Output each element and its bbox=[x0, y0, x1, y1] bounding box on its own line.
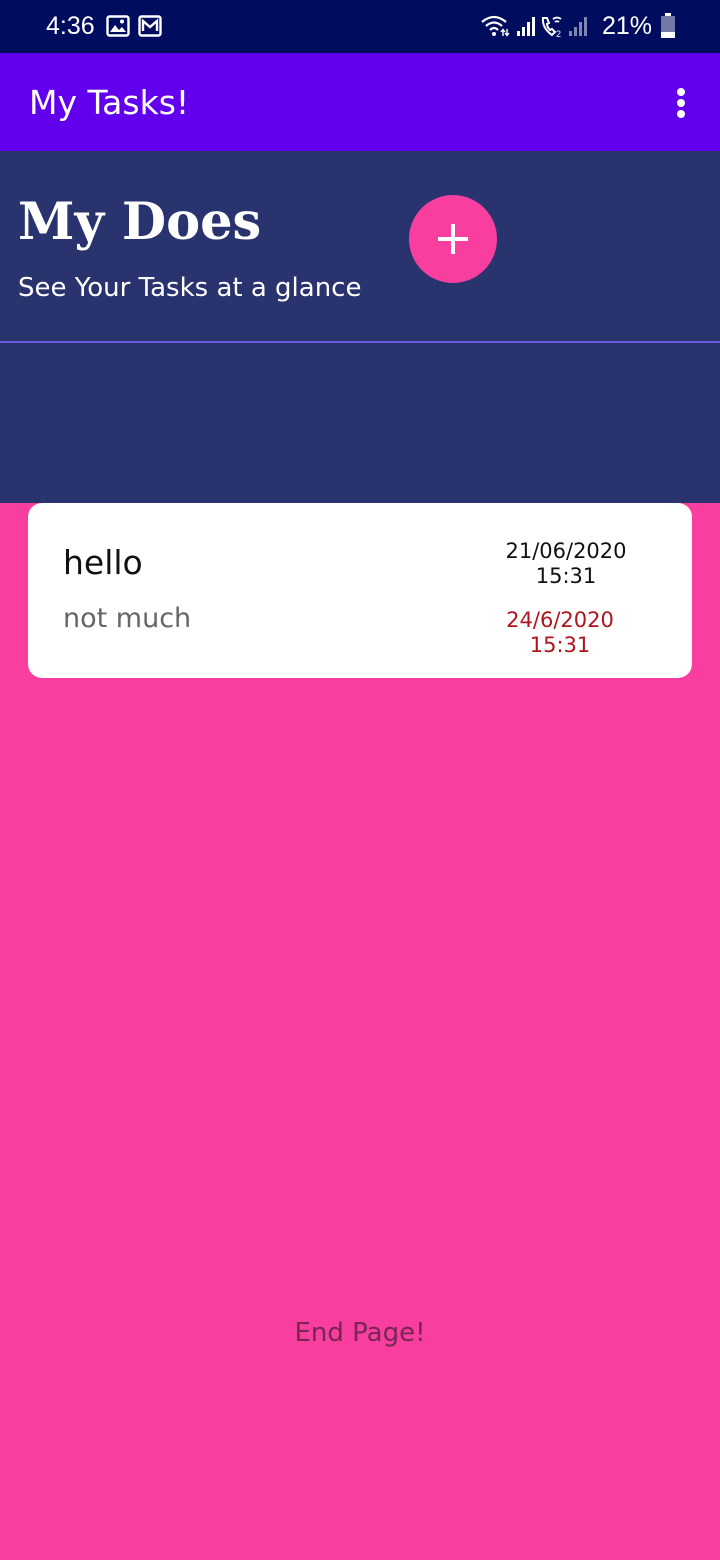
gallery-icon bbox=[106, 15, 130, 37]
task-due-datetime: 24/6/2020 15:31 bbox=[488, 608, 632, 658]
svg-text:2: 2 bbox=[556, 29, 561, 38]
task-created-date: 21/06/2020 bbox=[505, 539, 627, 563]
battery-icon bbox=[661, 13, 675, 38]
gmail-icon bbox=[138, 15, 162, 37]
status-bar: 4:36 2 21% bbox=[0, 0, 720, 53]
signal-weak-icon bbox=[569, 17, 587, 36]
task-created-datetime: 21/06/2020 15:31 bbox=[494, 539, 638, 589]
signal-icon bbox=[517, 17, 535, 36]
add-task-button[interactable] bbox=[409, 195, 497, 283]
header-section: My Does See Your Tasks at a glance bbox=[0, 151, 720, 503]
task-title: hello bbox=[63, 543, 143, 582]
task-description: not much bbox=[63, 603, 192, 634]
battery-percent: 21% bbox=[602, 12, 653, 40]
task-created-time: 15:31 bbox=[535, 564, 597, 588]
wifi-calling-icon: 2 bbox=[541, 16, 562, 38]
task-due-time: 15:31 bbox=[529, 633, 591, 657]
app-title: My Tasks! bbox=[29, 83, 190, 122]
page-title: My Does bbox=[18, 192, 262, 252]
app-bar: My Tasks! bbox=[0, 53, 720, 151]
wifi-icon bbox=[481, 15, 510, 37]
divider bbox=[0, 341, 720, 343]
more-vert-icon[interactable] bbox=[664, 83, 698, 123]
task-due-date: 24/6/2020 bbox=[506, 608, 614, 632]
status-time: 4:36 bbox=[46, 12, 95, 40]
screen: 4:36 2 21% My Tasks! My Does See Your Ta… bbox=[0, 0, 720, 1560]
page-subtitle: See Your Tasks at a glance bbox=[18, 273, 362, 303]
end-page-text: End Page! bbox=[294, 1318, 426, 1348]
task-card[interactable]: hello not much 21/06/2020 15:31 24/6/202… bbox=[28, 503, 692, 678]
plus-icon bbox=[438, 224, 468, 254]
